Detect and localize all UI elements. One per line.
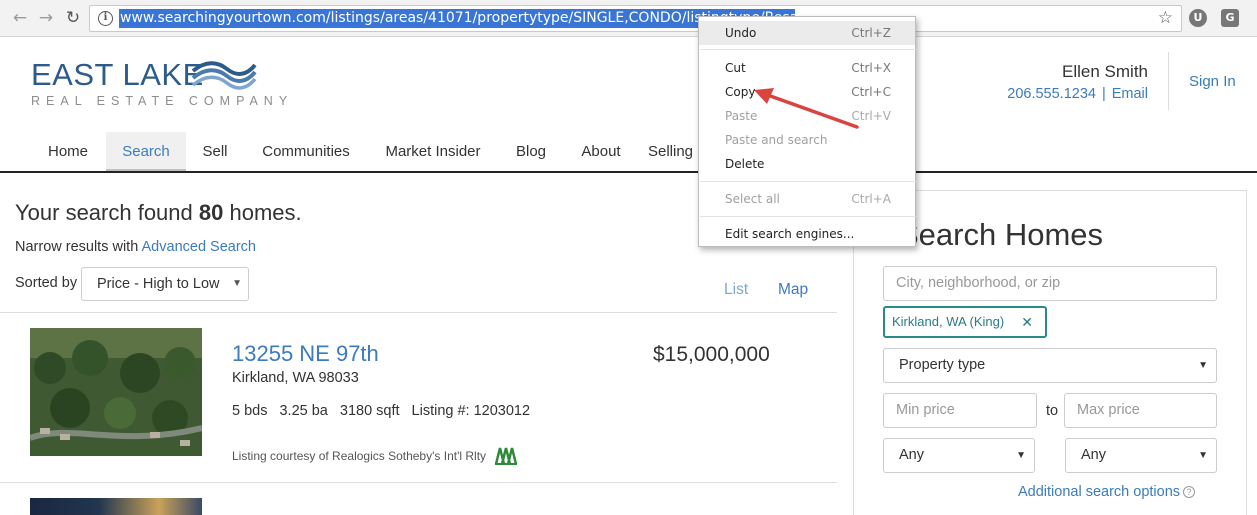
menu-separator	[700, 181, 916, 182]
advanced-search-link[interactable]: Advanced Search	[142, 239, 256, 255]
annotation-arrow-icon	[754, 88, 859, 129]
results-title: Your search found 80 homes.	[15, 200, 302, 225]
site-logo[interactable]: EAST LAKE REAL ESTATE COMPANY	[31, 58, 294, 109]
map-view-link[interactable]: Map	[778, 281, 808, 299]
listing-specs: 5 bds 3.25 ba 3180 sqft Listing #: 1203012	[232, 403, 542, 419]
forward-arrow-icon[interactable]: →	[36, 8, 56, 28]
listing-city: Kirkland, WA 98033	[232, 370, 359, 386]
listing-sqft: 3180 sqft	[339, 403, 400, 419]
broker-logo-icon	[494, 447, 518, 465]
waves-logo-icon	[191, 61, 257, 90]
divider	[0, 482, 837, 483]
listing-photo-2[interactable]	[30, 498, 202, 515]
help-icon: ?	[1183, 486, 1196, 498]
agent-phone-link[interactable]: 206.555.1234	[1007, 86, 1096, 102]
extension-ublock-icon[interactable]: U	[1189, 9, 1207, 27]
dropdown-caret-icon: ▼	[1198, 450, 1208, 461]
info-icon[interactable]: i	[98, 11, 113, 26]
main-nav: Home Search Sell Communities Market Insi…	[0, 132, 1257, 172]
to-label: to	[1046, 403, 1059, 419]
reload-icon[interactable]: ↻	[63, 8, 83, 28]
nav-communities[interactable]: Communities	[250, 132, 362, 171]
dropdown-caret-icon: ▼	[232, 278, 242, 289]
logo-sub-text: REAL ESTATE COMPANY	[31, 94, 294, 108]
browser-toolbar: ← → ↻ i www.searchingyourtown.com/listin…	[0, 0, 1257, 37]
menu-item-edit-search-engines[interactable]: Edit search engines...	[699, 222, 915, 246]
divider	[0, 312, 837, 313]
listing-courtesy: Listing courtesy of Realogics Sotheby's …	[232, 449, 487, 463]
menu-separator	[700, 49, 916, 50]
sort-select[interactable]: Price - High to Low ▼	[81, 267, 249, 301]
menu-item-select-all: Select all Ctrl+A	[725, 192, 891, 206]
min-price-input[interactable]: Min price	[883, 393, 1037, 428]
address-bar[interactable]: i www.searchingyourtown.com/listings/are…	[89, 5, 1182, 32]
menu-item-undo[interactable]: Undo Ctrl+Z	[699, 21, 915, 45]
results-count: 80	[198, 200, 224, 225]
narrow-results: Narrow results with Advanced Search	[15, 239, 256, 255]
header-divider	[1168, 52, 1169, 110]
nav-home[interactable]: Home	[32, 132, 104, 171]
close-icon[interactable]: ✕	[1021, 308, 1033, 336]
dropdown-caret-icon: ▼	[1198, 360, 1208, 371]
agent-info: Ellen Smith 206.555.1234 | Email	[1007, 62, 1148, 102]
beds-select[interactable]: Any ▼	[883, 438, 1035, 473]
max-price-input[interactable]: Max price	[1064, 393, 1217, 428]
sorted-by-label: Sorted by	[15, 275, 78, 291]
listing-price: $15,000,000	[653, 343, 770, 366]
list-view-link[interactable]: List	[724, 281, 748, 299]
back-arrow-icon[interactable]: ←	[10, 8, 30, 28]
baths-select[interactable]: Any ▼	[1065, 438, 1217, 473]
nav-market-insider[interactable]: Market Insider	[374, 132, 492, 171]
nav-sell[interactable]: Sell	[190, 132, 240, 171]
listing-address[interactable]: 13255 NE 97th	[232, 341, 379, 367]
property-type-select[interactable]: Property type ▼	[883, 348, 1217, 383]
bookmark-star-icon[interactable]: ☆	[1158, 8, 1173, 28]
sign-in-link[interactable]: Sign In	[1189, 73, 1236, 90]
listing-baths: 3.25 ba	[279, 403, 328, 419]
nav-about[interactable]: About	[570, 132, 632, 171]
listing-photo[interactable]	[30, 328, 202, 456]
additional-search-options-link[interactable]: Additional search options?	[1018, 484, 1196, 500]
extension-icon[interactable]: G	[1221, 9, 1239, 27]
url-text-selected[interactable]: www.searchingyourtown.com/listings/areas…	[119, 9, 795, 28]
location-chip[interactable]: Kirkland, WA (King) ✕	[883, 306, 1047, 338]
nav-underline	[0, 171, 1257, 173]
menu-item-delete[interactable]: Delete	[699, 152, 915, 176]
menu-separator	[700, 216, 916, 217]
contact-separator: |	[1101, 86, 1106, 102]
agent-email-link[interactable]: Email	[1112, 86, 1148, 102]
dropdown-caret-icon: ▼	[1016, 450, 1026, 461]
search-panel-title: Search Homes	[898, 217, 1104, 252]
listing-number: Listing #: 1203012	[411, 403, 531, 419]
nav-search[interactable]: Search	[106, 132, 186, 171]
nav-blog[interactable]: Blog	[504, 132, 558, 171]
listing-beds: 5 bds	[232, 403, 268, 419]
agent-name: Ellen Smith	[1062, 62, 1148, 81]
location-input[interactable]: City, neighborhood, or zip	[883, 266, 1217, 301]
menu-item-cut[interactable]: Cut Ctrl+X	[699, 56, 915, 80]
